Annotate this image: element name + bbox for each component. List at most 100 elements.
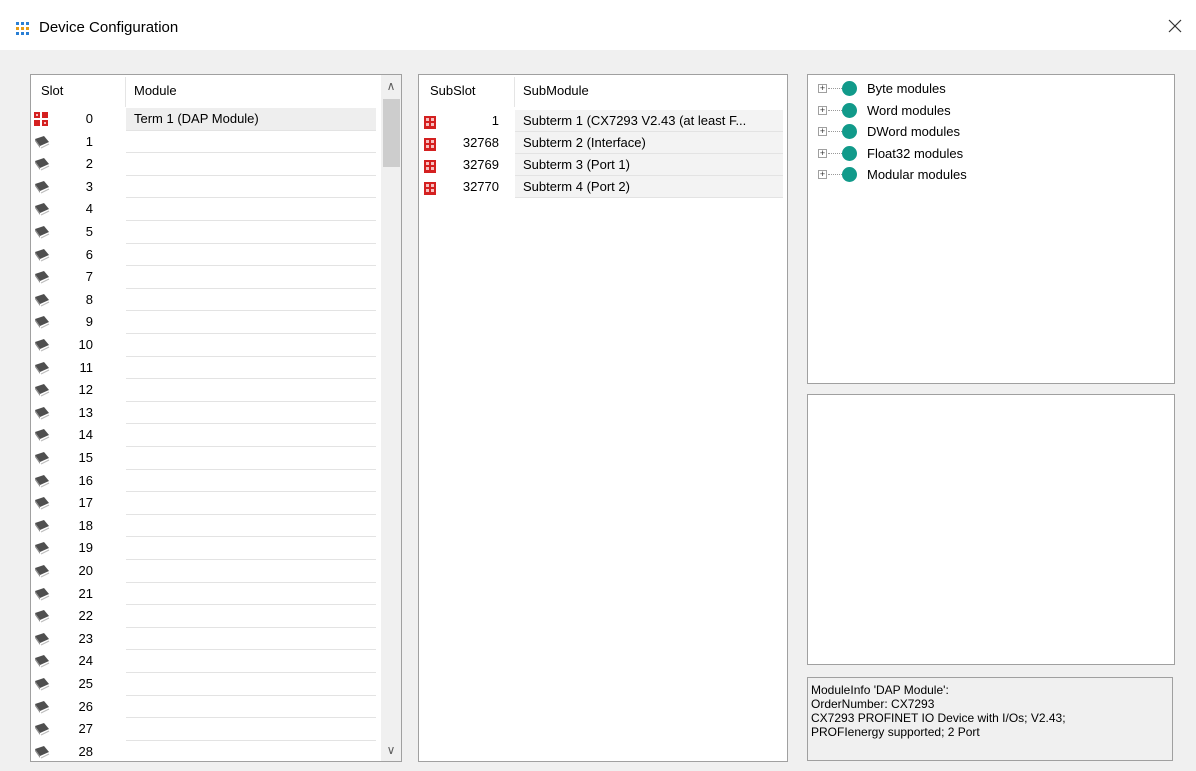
chevron-down-icon: ∨ [386, 743, 396, 757]
submodule-name: Subterm 2 (Interface) [515, 132, 783, 154]
slot-row[interactable]: 13 [31, 402, 376, 424]
tree-connector [828, 131, 842, 133]
subslot-number: 32770 [462, 179, 499, 194]
slot-row[interactable]: 7 [31, 266, 376, 288]
subslot-row[interactable]: 1 Subterm 1 (CX7293 V2.43 (at least F... [419, 110, 785, 132]
slot-row[interactable]: 28 [31, 741, 376, 761]
module-info-box: ModuleInfo 'DAP Module': OrderNumber: CX… [807, 677, 1173, 761]
slot-number: 7 [85, 269, 93, 285]
subslot-row[interactable]: 32768 Subterm 2 (Interface) [419, 132, 785, 154]
slot-number: 20 [78, 563, 93, 578]
teal-circle-icon [842, 124, 857, 139]
slot-row[interactable]: 9 [31, 311, 376, 333]
close-button[interactable] [1154, 8, 1196, 44]
module-column-header[interactable]: Module [126, 75, 376, 107]
slot-number: 22 [78, 608, 93, 624]
slot-row[interactable]: 6 [31, 244, 376, 266]
slot-row[interactable]: 2 [31, 153, 376, 175]
module-property-panel[interactable] [807, 394, 1175, 665]
slot-row[interactable]: 12 [31, 379, 376, 401]
slot-number: 16 [78, 472, 93, 488]
slot-row[interactable]: 25 [31, 673, 376, 695]
submodule-icon [424, 180, 436, 202]
subslot-list[interactable]: SubSlot SubModule 1 Subterm 1 (CX7293 V2.… [418, 74, 788, 762]
expand-plus-icon[interactable]: + [818, 105, 827, 115]
module-info-line: PROFIenergy supported; 2 Port [811, 725, 980, 739]
subslot-column-header[interactable]: SubSlot [419, 75, 514, 107]
slot-number: 25 [78, 676, 93, 691]
slot-row[interactable]: 0 Term 1 (DAP Module) [31, 108, 376, 130]
slot-row[interactable]: 19 [31, 537, 376, 559]
slot-row[interactable]: 23 [31, 628, 376, 650]
slot-number: 12 [78, 382, 93, 398]
subslot-header-label: SubSlot [430, 83, 476, 98]
submodule-header-label: SubModule [523, 83, 589, 98]
expand-plus-icon[interactable]: + [818, 84, 827, 93]
scroll-thumb[interactable] [383, 99, 400, 167]
slot-number: 18 [78, 517, 93, 533]
slot-number: 21 [78, 585, 93, 601]
slot-number: 14 [78, 427, 93, 443]
slot-row[interactable]: 11 [31, 357, 376, 379]
slot-number: 4 [85, 201, 93, 217]
slot-row[interactable]: 5 [31, 221, 376, 243]
teal-circle-icon [842, 102, 857, 118]
scroll-down-button[interactable]: ∨ [381, 739, 401, 761]
scroll-up-button[interactable]: ∧ [381, 75, 401, 97]
expand-plus-icon[interactable]: + [818, 127, 827, 136]
slot-number: 15 [78, 450, 93, 465]
teal-circle-icon [842, 81, 857, 96]
slot-number: 10 [78, 337, 93, 352]
catalog-item-label: Modular modules [867, 167, 967, 182]
slot-row[interactable]: 1 [31, 131, 376, 153]
slot-row[interactable]: 14 [31, 424, 376, 446]
slot-row[interactable]: 16 [31, 470, 376, 492]
subslot-row[interactable]: 32770 Subterm 4 (Port 2) [419, 176, 785, 198]
slot-number: 9 [85, 314, 93, 330]
module-info-line: ModuleInfo 'DAP Module': [811, 683, 949, 697]
slot-row[interactable]: 18 [31, 515, 376, 537]
catalog-tree-item[interactable]: + Modular modules [808, 164, 1168, 185]
window-title: Device Configuration [39, 19, 179, 36]
tree-connector [828, 174, 842, 176]
slot-row[interactable]: 26 [31, 696, 376, 718]
slot-row[interactable]: 27 [31, 718, 376, 740]
tree-connector [828, 88, 842, 90]
expand-plus-icon[interactable]: + [818, 170, 827, 179]
module-info-line: CX7293 PROFINET IO Device with I/Os; V2.… [811, 711, 1066, 725]
submodule-name: Subterm 3 (Port 1) [515, 154, 783, 176]
slot-header-label: Slot [41, 83, 64, 98]
expand-plus-icon[interactable]: + [818, 148, 827, 158]
module-info-line: OrderNumber: CX7293 [811, 697, 935, 711]
close-icon [1168, 19, 1182, 33]
module-catalog-tree[interactable]: + Byte modules + Word modules + DWord modules… [807, 74, 1175, 384]
slot-number: 24 [78, 653, 93, 669]
slot-number: 0 [85, 111, 93, 126]
slot-number: 23 [78, 630, 93, 646]
slot-row[interactable]: 3 [31, 176, 376, 198]
tree-connector [828, 152, 842, 155]
slot-row[interactable]: 21 [31, 583, 376, 605]
submodule-column-header[interactable]: SubModule [515, 75, 785, 107]
slot-module-name: Term 1 (DAP Module) [126, 108, 376, 130]
slot-scrollbar[interactable]: ∧ ∨ [381, 75, 401, 761]
teal-circle-icon [842, 167, 857, 182]
slot-row[interactable]: 24 [31, 650, 376, 672]
subslot-number: 1 [491, 113, 499, 128]
subslot-row[interactable]: 32769 Subterm 3 (Port 1) [419, 154, 785, 176]
slot-row[interactable]: 10 [31, 334, 376, 356]
catalog-tree-item[interactable]: + Byte modules [808, 78, 1168, 99]
catalog-tree-item[interactable]: + Float32 modules [808, 143, 1168, 164]
slot-row[interactable]: 8 [31, 289, 376, 311]
submodule-name: Subterm 4 (Port 2) [515, 176, 783, 198]
slot-row[interactable]: 17 [31, 492, 376, 514]
slot-row[interactable]: 22 [31, 605, 376, 627]
catalog-tree-item[interactable]: + DWord modules [808, 121, 1168, 142]
catalog-tree-item[interactable]: + Word modules [808, 100, 1168, 121]
slot-column-header[interactable]: Slot [31, 75, 125, 107]
slot-list[interactable]: Slot Module 0 Term 1 (DAP Module) 1 2 3 4 5 6 7 8… [30, 74, 402, 762]
slot-row[interactable]: 15 [31, 447, 376, 469]
slot-row[interactable]: 4 [31, 198, 376, 220]
teal-circle-icon [842, 145, 857, 161]
slot-row[interactable]: 20 [31, 560, 376, 582]
